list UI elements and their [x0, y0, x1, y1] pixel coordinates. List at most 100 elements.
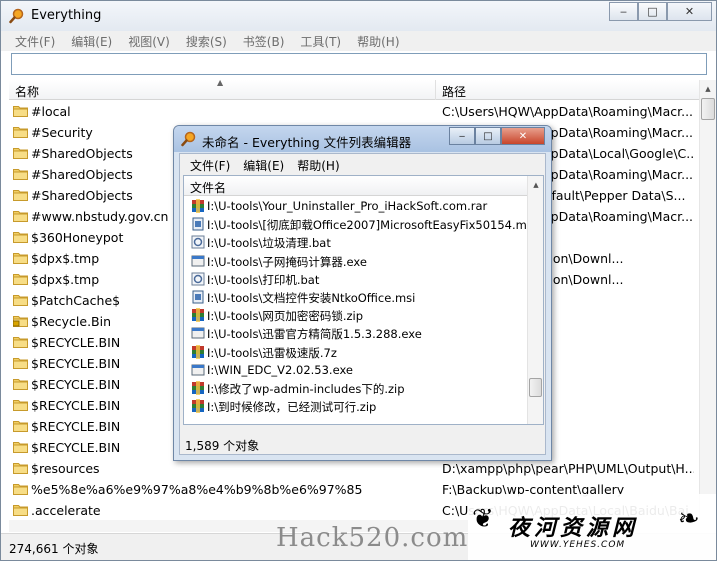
dialog-body: 文件(F) 编辑(E) 帮助(H) 文件名 I:\U-tools\Your_Un… [179, 153, 546, 455]
file-name: I:\修改了wp-admin-includes下的.zip [207, 381, 405, 396]
menu-search[interactable]: 搜索(S) [178, 31, 235, 51]
folder-icon [13, 379, 28, 390]
scroll-thumb[interactable] [701, 98, 715, 120]
row-name: $resources [31, 461, 100, 476]
menu-file[interactable]: 文件(F) [7, 31, 63, 51]
table-row[interactable]: $resources D:\xampp\php\pear\PHP\UML\Outp… [9, 458, 699, 479]
menu-tools[interactable]: 工具(T) [292, 31, 349, 51]
row-name: $RECYCLE.BIN [31, 335, 121, 350]
status-object-count: 274,661 个对象 [9, 542, 99, 556]
sort-ascending-icon: ▲ [217, 78, 224, 87]
close-icon: ✕ [518, 130, 528, 142]
row-name: $RECYCLE.BIN [31, 419, 121, 434]
logo-title: 夜河资源网 [508, 515, 639, 541]
folder-icon [13, 106, 28, 117]
folder-icon [13, 463, 28, 474]
menu-edit[interactable]: 编辑(E) [63, 31, 120, 51]
dialog-scroll-thumb[interactable] [529, 378, 542, 397]
folder-icon [13, 442, 28, 453]
folder-icon [13, 421, 28, 432]
dialog-rows: I:\U-tools\Your_Uninstaller_Pro_iHackSof… [184, 197, 527, 425]
folder-icon [13, 274, 28, 285]
close-icon: ✕ [684, 5, 695, 18]
column-header-name[interactable]: ▲ 名称 [9, 78, 436, 100]
dialog-column-header-filename[interactable]: 文件名 [184, 176, 527, 196]
menu-bookmarks[interactable]: 书签(B) [235, 31, 293, 51]
file-name: I:\U-tools\网页加密密码锁.zip [207, 309, 364, 324]
column-path-label: 路径 [442, 85, 467, 99]
dialog-menu-file[interactable]: 文件(F) [184, 154, 237, 174]
locked-folder-icon [13, 316, 28, 327]
folder-icon [13, 505, 28, 516]
menu-view[interactable]: 视图(V) [120, 31, 178, 51]
list-item[interactable]: I:\U-tools\迅雷官方精简版1.5.3.288.exe [184, 324, 527, 342]
list-item[interactable]: I:\U-tools\垃圾清理.bat [184, 233, 527, 251]
list-item[interactable]: I:\WIN_EDC_V2.02.53.exe [184, 361, 527, 379]
close-button[interactable]: ✕ [667, 2, 712, 21]
search-magnifier-icon [9, 8, 24, 24]
file-name: I:\U-tools\迅雷官方精简版1.5.3.288.exe [207, 327, 422, 342]
row-name: #SharedObjects [31, 146, 133, 161]
row-name: #SharedObjects [31, 167, 133, 182]
table-row[interactable]: #local C:\Users\HQW\AppData\Roaming\Macr.… [9, 101, 699, 122]
row-name: %e5%8e%a6%e9%97%a8%e4%b9%8b%e6%97%85 [31, 482, 363, 497]
search-box [11, 53, 707, 75]
search-input[interactable] [12, 54, 706, 74]
list-item[interactable]: I:\U-tools\迅雷极速版.7z [184, 343, 527, 361]
dialog-close-button[interactable]: ✕ [501, 127, 545, 145]
list-item[interactable]: I:\修改了wp-admin-includes下的.zip [184, 379, 527, 397]
logo-subtitle: WWW.YEHES.COM [530, 540, 626, 550]
list-item[interactable]: I:\U-tools\文档控件安装NtkoOffice.msi [184, 288, 527, 306]
watermark-text: Hack520.com [276, 523, 469, 553]
column-header-path[interactable]: 路径 [436, 80, 699, 100]
file-name: I:\到时候修改，已经测试可行.zip [207, 400, 377, 415]
rar-icon [192, 199, 204, 213]
row-name: #Security [31, 125, 93, 140]
rar-icon [192, 380, 204, 395]
minimize-button[interactable]: ‒ [609, 2, 638, 21]
column-name-label: 名称 [15, 85, 40, 99]
menu-bar: 文件(F) 编辑(E) 视图(V) 搜索(S) 书签(B) 工具(T) 帮助(H… [1, 31, 716, 51]
dialog-maximize-button[interactable]: □ [475, 127, 501, 145]
scroll-up-icon[interactable]: ▲ [700, 80, 716, 97]
row-name: $dpx$.tmp [31, 272, 100, 287]
row-name: $360Honeypot [31, 230, 124, 245]
row-name: #local [31, 104, 71, 119]
results-header: ▲ 名称 路径 [9, 78, 699, 100]
list-item[interactable]: I:\U-tools\子网掩码计算器.exe [184, 252, 527, 270]
rar-icon [192, 344, 204, 359]
dialog-column-label: 文件名 [190, 181, 227, 195]
maximize-button[interactable]: □ [638, 2, 667, 21]
rar-icon [192, 308, 204, 323]
list-item[interactable]: I:\U-tools\打印机.bat [184, 270, 527, 288]
msi-icon [192, 217, 204, 231]
title-bar[interactable]: Everything ‒ □ ✕ [1, 1, 716, 31]
dialog-vertical-scrollbar[interactable]: ▲ [527, 176, 543, 424]
folder-icon [13, 337, 28, 348]
row-path: D:\xampp\php\pear\PHP\UML\Output\H... [442, 461, 694, 476]
folder-icon [13, 169, 28, 180]
menu-help[interactable]: 帮助(H) [349, 31, 407, 51]
vertical-scrollbar[interactable]: ▲ [699, 80, 716, 520]
list-item[interactable]: I:\U-tools\网页加密密码锁.zip [184, 306, 527, 324]
dialog-menu-help[interactable]: 帮助(H) [291, 154, 346, 174]
dialog-file-list: 文件名 I:\U-tools\Your_Uninstaller_Pro_iHac… [183, 175, 544, 425]
exe-icon [191, 364, 205, 376]
file-name: I:\U-tools\迅雷极速版.7z [207, 345, 337, 360]
dialog-menu-edit[interactable]: 编辑(E) [237, 154, 291, 174]
folder-icon [13, 127, 28, 138]
dialog-minimize-button[interactable]: ‒ [449, 127, 475, 145]
site-logo: ❦ 夜河资源网 ❧ WWW.YEHES.COM [468, 494, 716, 560]
scroll-up-icon[interactable]: ▲ [528, 176, 544, 193]
dialog-status-count: 1,589 个对象 [185, 439, 260, 453]
bat-icon [191, 235, 205, 249]
dialog-title-bar[interactable]: 未命名 - Everything 文件列表编辑器 ‒ □ ✕ [174, 126, 551, 152]
bat-icon [191, 272, 205, 286]
list-item[interactable]: I:\到时候修改，已经测试可行.zip [184, 397, 527, 415]
list-item[interactable]: I:\U-tools\Your_Uninstaller_Pro_iHackSof… [184, 197, 527, 215]
list-item[interactable]: I:\U-tools\[彻底卸载Office2007]MicrosoftEasy… [184, 215, 527, 233]
folder-icon [13, 148, 28, 159]
file-list-editor-dialog: 未命名 - Everything 文件列表编辑器 ‒ □ ✕ 文件(F) 编辑(… [173, 125, 552, 461]
maximize-icon: □ [483, 130, 493, 142]
row-name: $RECYCLE.BIN [31, 356, 121, 371]
